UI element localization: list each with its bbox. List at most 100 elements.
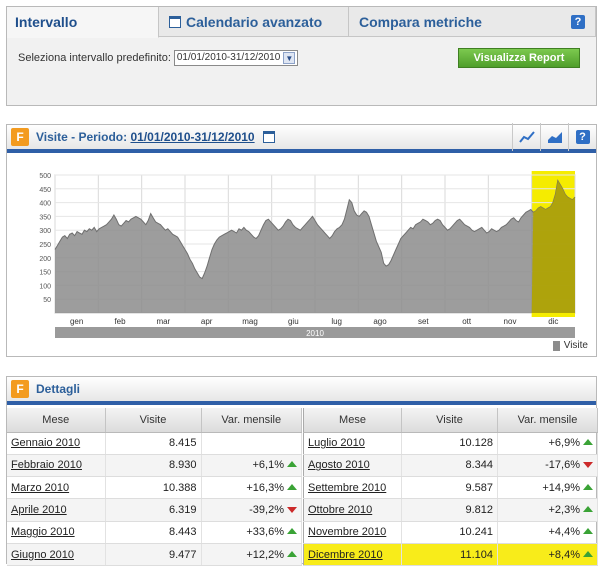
table-row: Aprile 2010 6.319 -39,2% [7, 498, 302, 522]
range-select[interactable]: 01/01/2010-31/12/2010 ▼ [173, 50, 299, 66]
variation-value: +8,4% [548, 548, 581, 561]
table-row: Giugno 2010 9.477 +12,2% [7, 543, 302, 567]
month-link[interactable]: Settembre 2010 [308, 482, 386, 494]
table-row: Luglio 2010 10.128 +6,9% [303, 432, 598, 455]
calendar-icon[interactable] [262, 131, 275, 143]
arrow-up-icon [287, 461, 297, 468]
line-chart-icon [518, 131, 535, 143]
month-link[interactable]: Novembre 2010 [308, 526, 386, 538]
chart-panel-title: Visite - Periodo: 01/01/2010-31/12/2010 [36, 130, 255, 144]
variation-cell: +4,4% [497, 521, 598, 544]
variation-cell: +2,3% [497, 498, 598, 522]
month-link[interactable]: Giugno 2010 [11, 549, 74, 561]
visits-cell: 9.477 [105, 543, 202, 567]
column-header-visite[interactable]: Visite [105, 408, 202, 433]
month-cell: Settembre 2010 [303, 476, 402, 500]
chart-tools: ? [512, 123, 596, 151]
table-row: Gennaio 2010 8.415 [7, 432, 302, 455]
variation-cell [201, 432, 302, 455]
x-tick-label: ago [373, 317, 387, 326]
tab-compara-metriche[interactable]: Compara metriche ? [349, 7, 596, 37]
month-cell: Aprile 2010 [7, 498, 106, 522]
month-link[interactable]: Gennaio 2010 [11, 437, 80, 449]
year-label: 2010 [306, 329, 324, 338]
details-title: Dettagli [36, 382, 81, 396]
month-cell: Marzo 2010 [7, 476, 106, 500]
month-link[interactable]: Marzo 2010 [11, 482, 69, 494]
visits-cell: 9.587 [401, 476, 498, 500]
x-tick-label: set [418, 317, 429, 326]
range-label: Seleziona intervallo predefinito: [18, 52, 171, 64]
chevron-down-icon[interactable]: ▼ [283, 52, 296, 64]
tab-calendario-avanzato[interactable]: Calendario avanzato [159, 7, 349, 37]
calendar-icon [169, 16, 181, 28]
y-tick-label: 250 [39, 242, 51, 249]
y-tick-label: 150 [39, 270, 51, 277]
help-icon: ? [575, 130, 590, 144]
month-link[interactable]: Maggio 2010 [11, 526, 75, 538]
variation-cell: +12,2% [201, 543, 302, 567]
chart-help-button[interactable]: ? [568, 123, 596, 151]
x-tick-label: mag [242, 317, 258, 326]
table-row: Novembre 2010 10.241 +4,4% [303, 521, 598, 544]
column-header-mese[interactable]: Mese [7, 408, 106, 433]
arrow-up-icon [583, 483, 593, 490]
arrow-down-icon [287, 507, 297, 514]
y-tick-label: 450 [39, 187, 51, 194]
column-header-visite[interactable]: Visite [401, 408, 498, 433]
chart-title-period[interactable]: 01/01/2010-31/12/2010 [130, 130, 254, 144]
x-tick-label: dic [548, 317, 558, 326]
details-table-right: Mese Visite Var. mensile Luglio 2010 10.1… [303, 408, 598, 567]
arrow-up-icon [287, 528, 297, 535]
variation-cell: -39,2% [201, 498, 302, 522]
month-link[interactable]: Aprile 2010 [11, 504, 67, 516]
legend-label: Visite [563, 340, 588, 351]
column-header-var[interactable]: Var. mensile [497, 408, 598, 433]
table-row: Agosto 2010 8.344 -17,6% [303, 454, 598, 478]
variation-cell: +6,1% [201, 454, 302, 478]
arrow-down-icon [583, 462, 593, 469]
month-cell: Giugno 2010 [7, 543, 106, 567]
month-link[interactable]: Agosto 2010 [308, 459, 370, 471]
visualizza-report-button[interactable]: Visualizza Report [458, 48, 580, 68]
variation-value: +6,9% [548, 437, 581, 450]
variation-cell: +16,3% [201, 476, 302, 500]
variation-value: +33,6% [246, 526, 284, 539]
variation-cell: +33,6% [201, 521, 302, 544]
month-cell: Gennaio 2010 [7, 432, 106, 455]
arrow-up-icon [583, 439, 593, 446]
y-tick-label: 50 [43, 297, 51, 304]
details-panel: F Dettagli Mese Visite Var. mensile Genn… [6, 376, 598, 567]
chart-legend: Visite [552, 340, 588, 351]
visits-cell: 8.344 [401, 454, 498, 478]
month-link[interactable]: Dicembre 2010 [308, 549, 383, 561]
y-tick-label: 100 [39, 283, 51, 290]
visits-area-chart: 50 100 150 200 250 300 350 400 450 500 gen feb mar ap… [39, 171, 576, 338]
month-link[interactable]: Luglio 2010 [308, 437, 365, 449]
tab-intervallo[interactable]: Intervallo [7, 7, 159, 38]
area-chart-icon [547, 132, 562, 143]
help-icon[interactable]: ? [571, 15, 585, 29]
x-tick-label: lug [331, 317, 342, 326]
area-chart-button[interactable] [540, 123, 568, 151]
table-row: Settembre 2010 9.587 +14,9% [303, 476, 598, 500]
variation-cell: +8,4% [497, 543, 598, 567]
table-row: Dicembre 2010 11.104 +8,4% [303, 543, 598, 567]
table-row: Ottobre 2010 9.812 +2,3% [303, 498, 598, 522]
variation-value: +2,3% [548, 504, 581, 517]
table-row: Febbraio 2010 8.930 +6,1% [7, 454, 302, 478]
month-cell: Dicembre 2010 [303, 543, 402, 567]
column-header-var[interactable]: Var. mensile [201, 408, 302, 433]
visits-cell: 8.930 [105, 454, 202, 478]
visits-cell: 10.128 [401, 432, 498, 455]
column-header-mese[interactable]: Mese [303, 408, 402, 433]
line-chart-button[interactable] [512, 123, 540, 151]
variation-value: +4,4% [548, 526, 581, 539]
table-row: Marzo 2010 10.388 +16,3% [7, 476, 302, 500]
month-link[interactable]: Febbraio 2010 [11, 459, 82, 471]
month-link[interactable]: Ottobre 2010 [308, 504, 372, 516]
variation-cell: +6,9% [497, 432, 598, 455]
y-tick-label: 200 [39, 256, 51, 263]
x-tick-label: gen [70, 317, 83, 326]
x-tick-label: giu [288, 317, 299, 326]
